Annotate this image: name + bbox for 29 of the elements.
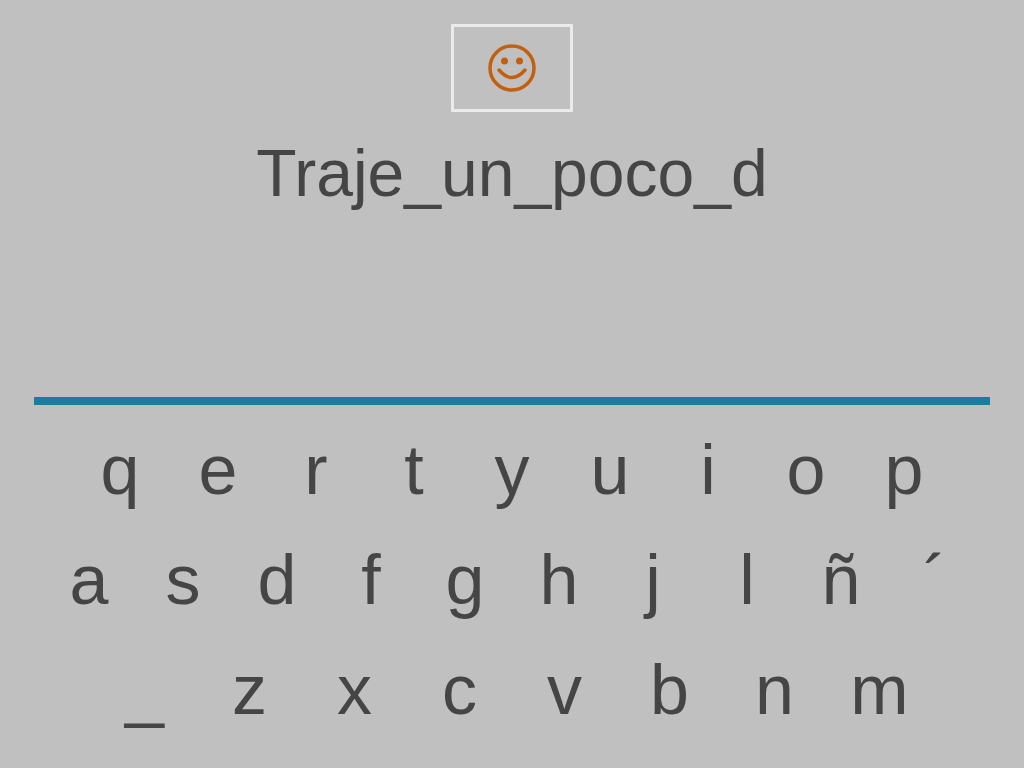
letter-key[interactable]: _	[92, 655, 197, 733]
letter-key[interactable]: u	[561, 435, 659, 513]
letter-key[interactable]: h	[512, 545, 606, 623]
letter-key[interactable]: v	[512, 655, 617, 733]
smiley-icon	[487, 43, 537, 93]
letter-key[interactable]: ñ	[794, 545, 888, 623]
letter-key[interactable]: q	[71, 435, 169, 513]
letter-key[interactable]: d	[230, 545, 324, 623]
letter-key[interactable]: z	[197, 655, 302, 733]
letter-key[interactable]: ´	[888, 545, 982, 623]
letter-key[interactable]: b	[617, 655, 722, 733]
letter-key[interactable]: s	[136, 545, 230, 623]
letter-key[interactable]: m	[827, 655, 932, 733]
letter-key[interactable]: r	[267, 435, 365, 513]
letter-key[interactable]: f	[324, 545, 418, 623]
letter-key[interactable]: p	[855, 435, 953, 513]
letter-key[interactable]: a	[42, 545, 136, 623]
typed-phrase: Traje_un_poco_d	[256, 136, 768, 210]
letter-key[interactable]: y	[463, 435, 561, 513]
letter-key[interactable]: g	[418, 545, 512, 623]
letter-key[interactable]: x	[302, 655, 407, 733]
letter-key[interactable]: n	[722, 655, 827, 733]
letter-key[interactable]: l	[700, 545, 794, 623]
letter-key[interactable]: t	[365, 435, 463, 513]
letter-key[interactable]: j	[606, 545, 700, 623]
letter-key[interactable]: c	[407, 655, 512, 733]
letter-key[interactable]: e	[169, 435, 267, 513]
letter-key[interactable]: o	[757, 435, 855, 513]
letter-key[interactable]: i	[659, 435, 757, 513]
